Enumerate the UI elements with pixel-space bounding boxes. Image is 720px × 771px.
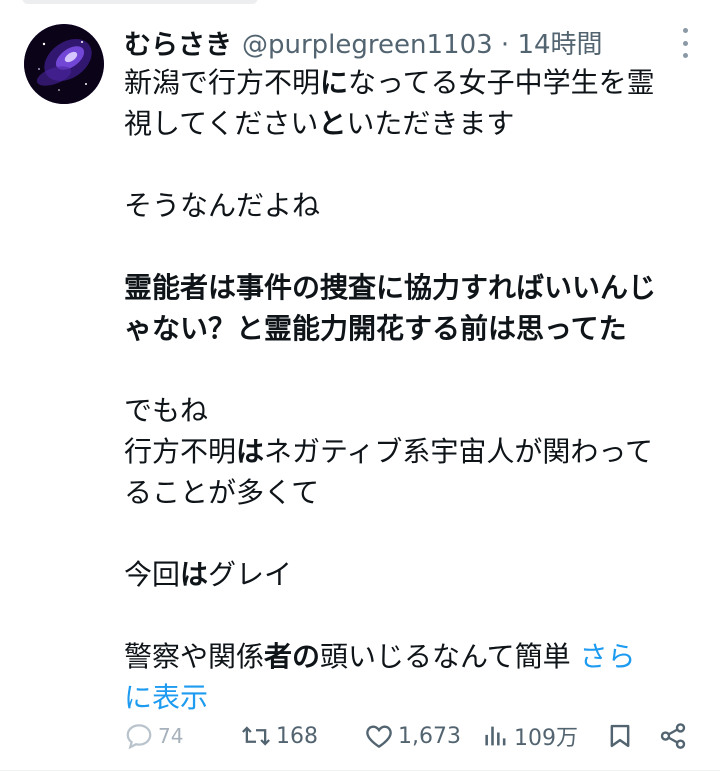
- text-segment: なってる女子中学生を霊: [348, 66, 655, 99]
- share-icon: [660, 723, 686, 749]
- text-segment: は: [236, 435, 265, 468]
- views-button[interactable]: 109万: [482, 720, 606, 752]
- user-handle[interactable]: @purplegreen1103: [242, 30, 493, 60]
- reply-button[interactable]: 74: [124, 721, 240, 751]
- tweet-header: むらさき @purplegreen1103 · 14時間: [124, 22, 700, 62]
- text-segment: グレイ: [208, 558, 293, 591]
- retweet-icon: [242, 726, 270, 746]
- tweet-text-line: 行方不明はネガティブ系宇宙人が関わって: [124, 431, 694, 472]
- text-segment: 頭いじるなんて簡単: [320, 640, 580, 673]
- views-count: 109万: [514, 726, 578, 751]
- text-segment: 今回: [124, 558, 181, 591]
- tweet-text-line: ることが多くて: [124, 472, 694, 513]
- text-segment: 新潟で行方不明: [124, 66, 321, 99]
- text-segment: ることが多くて: [124, 476, 320, 509]
- tweet-text-line: に表示: [124, 677, 694, 718]
- text-segment: 警察や関係: [124, 640, 265, 673]
- timestamp[interactable]: · 14時間: [501, 30, 603, 60]
- top-tab-edge: [22, 0, 258, 4]
- share-button[interactable]: [658, 721, 694, 751]
- display-name[interactable]: むらさき: [124, 23, 232, 62]
- text-segment: 者の: [264, 640, 321, 673]
- tweet-text-line: 視してくださいといただきます: [124, 103, 694, 144]
- text-segment: でもね: [124, 394, 209, 427]
- top-edge: [0, 0, 720, 8]
- tweet-text-line: ゃない？と霊能力開花する前は思ってた: [124, 308, 694, 349]
- avatar[interactable]: [24, 24, 104, 104]
- bookmark-button[interactable]: [606, 721, 658, 751]
- text-segment: 霊能者は事件の捜査に協力すればいいんじ: [124, 271, 657, 304]
- handle-and-time[interactable]: @purplegreen1103 · 14時間: [242, 24, 603, 61]
- text-segment: は: [180, 558, 209, 591]
- tweet-text-line: 新潟で行方不明になってる女子中学生を霊: [124, 62, 694, 103]
- text-segment: と: [318, 107, 347, 140]
- show-more-link[interactable]: さら: [580, 640, 636, 673]
- text-segment: ネガティブ系宇宙人が関わって: [264, 435, 653, 468]
- avatar-galaxy-image: [24, 24, 104, 104]
- bookmark-icon: [610, 724, 630, 748]
- retweet-count: 168: [276, 723, 318, 749]
- reply-icon: [126, 724, 152, 750]
- show-more-link[interactable]: に表示: [124, 681, 208, 714]
- like-button[interactable]: 1,673: [364, 721, 482, 751]
- more-icon[interactable]: [678, 28, 692, 58]
- tweet-text-line: でもね: [124, 390, 694, 431]
- text-segment: 視してください: [124, 107, 319, 140]
- tweet-text-line: 霊能者は事件の捜査に協力すればいいんじ: [124, 267, 694, 308]
- like-count: 1,673: [398, 723, 461, 749]
- text-segment: ゃない？と霊能力開花する前は思ってた: [124, 312, 627, 345]
- tweet-text-line: そうなんだよね: [124, 185, 694, 226]
- tweet-text-line: 警察や関係者の頭いじるなんて簡単 さら: [124, 636, 694, 677]
- text-segment: に: [320, 66, 349, 99]
- text-segment: いただきます: [346, 107, 515, 140]
- action-bar: 74 168 1,673 109万: [124, 714, 694, 758]
- reply-count: 74: [158, 724, 184, 748]
- tweet-text-line: 今回はグレイ: [124, 554, 694, 595]
- retweet-button[interactable]: 168: [240, 721, 364, 751]
- text-segment: そうなんだよね: [124, 189, 321, 222]
- tweet-text: 新潟で行方不明になってる女子中学生を霊 視してくださいといただきます そうなんだよね…: [124, 62, 694, 718]
- text-segment: 行方不明: [124, 435, 237, 468]
- heart-icon: [366, 725, 392, 749]
- views-icon: [485, 726, 506, 746]
